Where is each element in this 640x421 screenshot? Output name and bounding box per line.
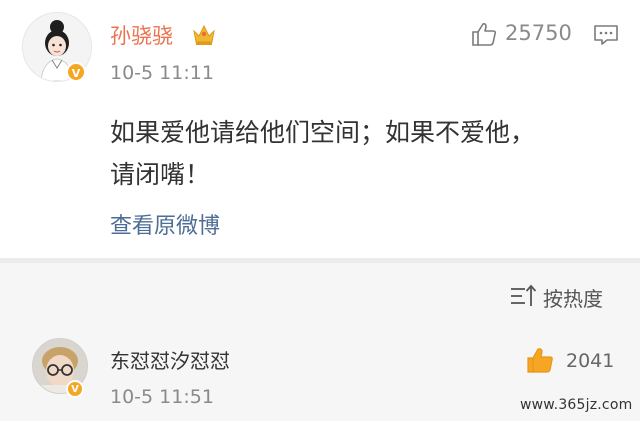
post-like-count[interactable]: 25750 — [505, 21, 572, 45]
crown-icon — [193, 24, 215, 45]
comment-icon[interactable] — [593, 23, 619, 47]
comment-timestamp: 10-5 11:51 — [110, 386, 214, 408]
comment-like-count[interactable]: 2041 — [566, 350, 614, 372]
post-content: 如果爱他请给他们空间；如果不爱他， 请闭嘴！ — [110, 112, 620, 196]
verified-badge-icon: V — [66, 380, 84, 398]
thumbs-up-icon[interactable] — [525, 345, 555, 375]
view-original-link[interactable]: 查看原微博 — [110, 208, 220, 240]
post-timestamp: 10-5 11:11 — [110, 62, 214, 84]
sort-icon[interactable] — [508, 281, 538, 311]
thumbs-up-icon[interactable] — [470, 20, 498, 48]
comment-author-name[interactable]: 东怼怼汐怼怼 — [110, 345, 230, 374]
sort-by-hot-button[interactable]: 按热度 — [543, 283, 603, 312]
verified-badge-icon: V — [66, 62, 86, 82]
post-content-line: 如果爱他请给他们空间；如果不爱他， — [110, 118, 536, 147]
post-content-line: 请闭嘴！ — [110, 160, 211, 189]
site-watermark: www.365jz.com — [520, 397, 633, 413]
post-author-name[interactable]: 孙骁骁 — [110, 20, 173, 50]
